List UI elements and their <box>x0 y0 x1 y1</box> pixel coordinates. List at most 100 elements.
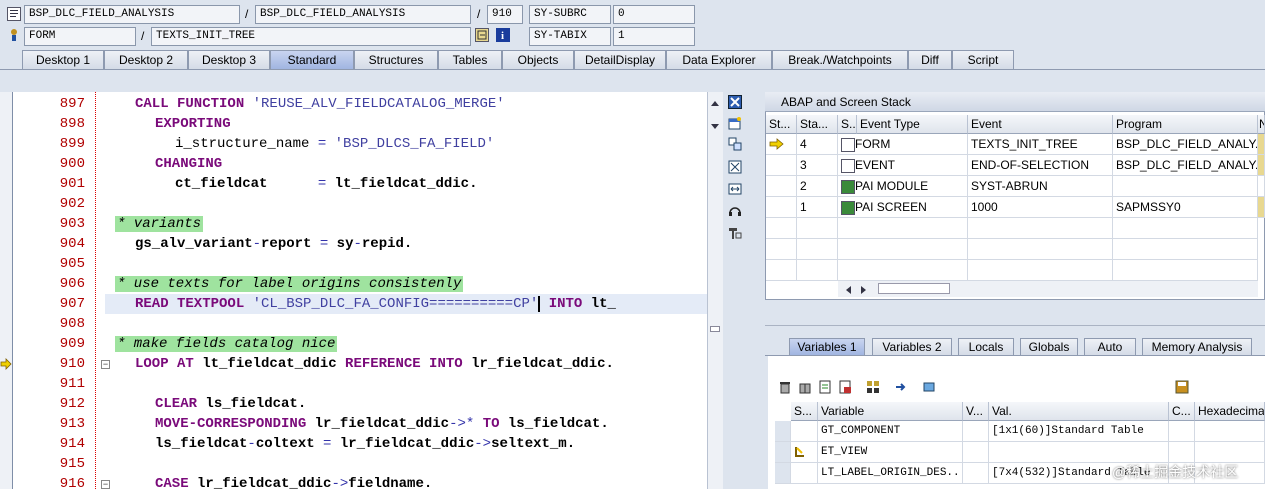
sysvar-value-2[interactable]: 1 <box>613 27 695 46</box>
empty-cell <box>838 218 968 239</box>
stack-col-status[interactable]: St... <box>766 115 797 134</box>
tools-icon[interactable] <box>728 226 742 240</box>
variable-v <box>963 442 989 463</box>
var-col-c[interactable]: C... <box>1169 402 1195 421</box>
line-number: 915 <box>59 456 85 472</box>
code-line-898: EXPORTING <box>155 116 231 132</box>
line-number: 914 <box>59 436 85 452</box>
tab-variables-2[interactable]: Variables 2 <box>872 338 952 356</box>
tab-data-explorer[interactable]: Data Explorer <box>666 50 772 70</box>
scroll-right-icon[interactable] <box>860 284 868 298</box>
tab-memory-analysis[interactable]: Memory Analysis <box>1142 338 1252 356</box>
stack-row-status <box>766 155 797 176</box>
tab-diff[interactable]: Diff <box>908 50 952 70</box>
object-icon[interactable] <box>922 380 936 394</box>
tab-desktop-2[interactable]: Desktop 2 <box>104 50 188 70</box>
stack-col-s[interactable]: S... <box>838 115 857 134</box>
empty-cell <box>838 239 968 260</box>
var-col-value[interactable]: Val. <box>989 402 1169 421</box>
separator: / <box>477 7 481 21</box>
info-icon[interactable]: i <box>496 28 510 42</box>
stack-col-event[interactable]: Event <box>968 115 1113 134</box>
tab-breakpoints[interactable]: Break./Watchpoints <box>772 50 908 70</box>
scroll-thumb[interactable] <box>710 326 720 332</box>
tab-globals[interactable]: Globals <box>1020 338 1078 356</box>
hscroll-thumb[interactable] <box>878 283 950 294</box>
stack-type: EVENT <box>838 155 968 176</box>
stack-col-program[interactable]: Program <box>1113 115 1258 134</box>
maximize-icon[interactable] <box>728 160 742 174</box>
variable-name[interactable]: GT_COMPONENT <box>818 421 963 442</box>
variable-value[interactable] <box>989 442 1169 463</box>
stack-program: BSP_DLC_FIELD_ANALY... <box>1113 134 1258 155</box>
var-row-selector[interactable] <box>775 463 791 484</box>
tab-objects[interactable]: Objects <box>502 50 574 70</box>
scroll-down-icon[interactable] <box>710 120 720 134</box>
empty-cell <box>968 239 1113 260</box>
tab-locals[interactable]: Locals <box>958 338 1014 356</box>
line-number: 897 <box>59 96 85 112</box>
code-line-907: READ TEXTPOOL 'CL_BSP_DLC_FA_CONFIG=====… <box>135 296 616 312</box>
headset-icon[interactable] <box>728 204 742 218</box>
tab-standard[interactable]: Standard <box>270 50 354 70</box>
save-variables-icon[interactable] <box>838 380 852 394</box>
stack-type: PAI MODULE <box>838 176 968 197</box>
variable-value[interactable]: [1x1(60)]Standard Table <box>989 421 1169 442</box>
var-col-hex[interactable]: Hexadecimal <box>1195 402 1265 421</box>
variable-name[interactable]: LT_LABEL_ORIGIN_DES... <box>818 463 963 484</box>
swap-windows-icon[interactable] <box>728 137 742 151</box>
delete-all-icon[interactable] <box>798 380 812 394</box>
stack-nav-icon[interactable] <box>1258 197 1265 218</box>
stack-hscroll[interactable] <box>838 281 1258 297</box>
hierarchy-icon[interactable] <box>866 380 880 394</box>
delete-icon[interactable] <box>778 380 792 394</box>
stack-col-level[interactable]: Sta... <box>797 115 838 134</box>
stack-level: 4 <box>797 134 838 155</box>
variable-name[interactable]: ET_VIEW <box>818 442 963 463</box>
source-editor[interactable]: 897 898 899 900 901 902 903 904 905 906 … <box>12 92 708 489</box>
var-row-selector[interactable] <box>775 421 791 442</box>
var-col-v[interactable]: V... <box>963 402 989 421</box>
tab-variables-1[interactable]: Variables 1 <box>789 338 865 356</box>
stack-nav-icon[interactable] <box>1258 155 1265 176</box>
stack-type: PAI SCREEN <box>838 197 968 218</box>
navigate-arrow-icon[interactable] <box>894 380 908 394</box>
line-number: 907 <box>59 296 85 312</box>
tab-desktop-1[interactable]: Desktop 1 <box>22 50 104 70</box>
stack-col-n[interactable]: N <box>1258 115 1265 134</box>
fold-toggle-icon[interactable]: − <box>101 360 110 369</box>
var-row-selector[interactable] <box>775 442 791 463</box>
line-number: 911 <box>59 376 85 392</box>
scroll-up-icon[interactable] <box>710 96 720 110</box>
close-icon[interactable] <box>728 95 742 109</box>
stack-col-event-type[interactable]: Event Type <box>857 115 968 134</box>
tab-auto[interactable]: Auto <box>1084 338 1136 356</box>
tab-tables[interactable]: Tables <box>438 50 502 70</box>
include-field: BSP_DLC_FIELD_ANALYSIS <box>255 5 471 24</box>
var-col-variable[interactable]: Variable <box>818 402 963 421</box>
breakpoint-gutter[interactable] <box>0 92 12 489</box>
editor-scrollbar[interactable] <box>707 92 723 489</box>
code-line-899: i_structure_name = 'BSP_DLCS_FA_FIELD' <box>175 136 495 152</box>
var-col-s[interactable]: S... <box>791 402 818 421</box>
line-number: 902 <box>59 196 85 212</box>
tab-structures[interactable]: Structures <box>354 50 438 70</box>
tab-script[interactable]: Script <box>952 50 1014 70</box>
resize-horizontal-icon[interactable] <box>728 182 742 196</box>
tab-detaildisplay[interactable]: DetailDisplay <box>574 50 666 70</box>
navigate-icon[interactable] <box>475 28 489 42</box>
variable-v <box>963 463 989 484</box>
code-line-906: * use texts for label origins consistenl… <box>115 276 464 292</box>
sysvar-value-1[interactable]: 0 <box>613 5 695 24</box>
tab-desktop-3[interactable]: Desktop 3 <box>188 50 270 70</box>
scroll-left-icon[interactable] <box>844 284 852 298</box>
screen-type-icon <box>841 200 855 215</box>
stack-nav-icon[interactable] <box>1258 134 1265 155</box>
load-icon[interactable] <box>818 380 832 394</box>
save-icon[interactable] <box>1175 380 1189 394</box>
stack-row-status <box>766 134 797 155</box>
fold-toggle-icon[interactable]: − <box>101 480 110 489</box>
program-field: BSP_DLC_FIELD_ANALYSIS <box>24 5 240 24</box>
event-field: TEXTS_INIT_TREE <box>151 27 471 46</box>
new-window-icon[interactable] <box>728 116 742 130</box>
